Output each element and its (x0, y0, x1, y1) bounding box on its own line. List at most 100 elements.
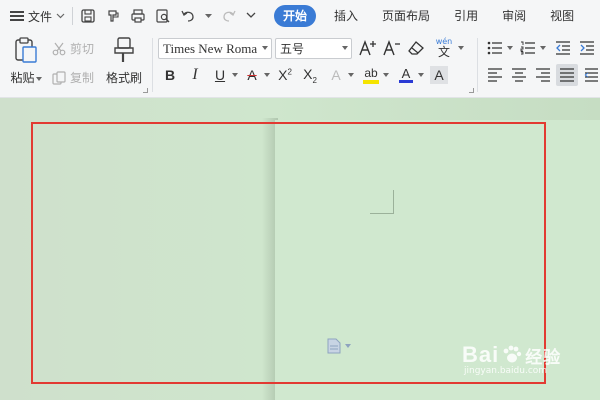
increase-font-size-button[interactable] (357, 37, 379, 59)
decrease-indent-button[interactable] (552, 37, 574, 59)
chevron-down-icon (35, 76, 42, 81)
chevron-down-icon[interactable] (418, 73, 424, 77)
superscript-button[interactable]: X2 (274, 64, 296, 86)
highlight-color-swatch (363, 79, 379, 84)
justify-icon (560, 68, 574, 82)
bold-button[interactable]: B (159, 64, 181, 86)
subscript-icon: X2 (303, 65, 317, 85)
distributed-icon (584, 68, 598, 82)
font-name-value: Times New Roma (163, 40, 258, 56)
bullets-button[interactable] (484, 37, 506, 59)
underline-button[interactable]: U (209, 64, 231, 86)
clipboard-dialog-launcher[interactable] (143, 88, 148, 93)
copy-icon (52, 70, 66, 85)
ribbon-separator (152, 38, 153, 92)
paste-button[interactable]: 粘贴 (6, 36, 46, 86)
chevron-down-icon[interactable] (205, 13, 213, 19)
chevron-down-icon[interactable] (264, 73, 270, 77)
cut-label: 剪切 (70, 42, 95, 56)
eraser-icon (408, 41, 424, 55)
ribbon-home: 粘贴 剪切 复制 格式刷 Times New Roma 五号 wén 文 B I… (0, 32, 600, 98)
menu-separator (72, 7, 74, 25)
align-left-button[interactable] (484, 64, 506, 86)
tab-review[interactable]: 审阅 (490, 5, 538, 27)
format-painter-label: 格式刷 (105, 71, 142, 85)
distributed-button[interactable] (580, 64, 600, 86)
bold-icon: B (164, 67, 176, 83)
chevron-down-icon[interactable] (507, 46, 513, 50)
text-effect-icon: A (331, 67, 341, 83)
hamburger-icon (10, 11, 24, 21)
chevron-down-icon[interactable] (232, 73, 238, 77)
tab-home[interactable]: 开始 (274, 5, 317, 27)
font-color-swatch (399, 80, 413, 83)
align-right-button[interactable] (532, 64, 554, 86)
chevron-down-icon (342, 46, 348, 50)
menu-bar: 文件 开始 插入 页面布局 引用 审阅 视图 (0, 0, 600, 32)
italic-icon: I (192, 66, 198, 83)
format-painter-small-icon[interactable] (105, 8, 121, 24)
paste-label: 粘贴 (10, 71, 35, 85)
watermark-brand: Bai (462, 342, 500, 367)
italic-button[interactable]: I (184, 64, 206, 86)
file-menu-label: 文件 (28, 9, 53, 24)
font-dialog-launcher[interactable] (469, 88, 474, 93)
wen-icon: 文 (437, 45, 450, 59)
font-color-button[interactable]: A (395, 64, 417, 86)
chevron-down-icon[interactable] (458, 46, 464, 50)
redo-icon[interactable] (221, 8, 237, 24)
copy-button[interactable]: 复制 (52, 69, 94, 86)
decrease-font-icon (383, 40, 400, 56)
format-painter-icon (114, 37, 134, 62)
superscript-icon: X2 (278, 67, 292, 83)
font-size-adjust: wén 文 (357, 37, 464, 59)
clear-formatting-button[interactable] (405, 37, 427, 59)
tab-page-layout[interactable]: 页面布局 (370, 5, 442, 27)
underline-icon: U (214, 67, 226, 83)
strikethrough-button[interactable]: A (241, 64, 263, 86)
chevron-down-icon[interactable] (383, 73, 389, 77)
numbering-button[interactable] (517, 37, 539, 59)
cut-button[interactable]: 剪切 (52, 40, 94, 57)
ribbon-tabs: 开始 插入 页面布局 引用 审阅 视图 (274, 5, 586, 27)
format-painter-button[interactable]: 格式刷 (103, 36, 145, 86)
font-name-select[interactable]: Times New Roma (158, 38, 272, 59)
tab-references[interactable]: 引用 (442, 5, 490, 27)
subscript-button[interactable]: X2 (299, 64, 321, 86)
decrease-font-size-button[interactable] (381, 37, 403, 59)
strikethrough-icon: A (247, 67, 257, 83)
customize-quick-access-icon[interactable] (246, 12, 256, 20)
increase-indent-button[interactable] (576, 37, 598, 59)
highlighter-icon: ab (364, 65, 378, 80)
print-icon[interactable] (130, 8, 146, 24)
highlight-button[interactable]: ab (360, 64, 382, 86)
chevron-down-icon[interactable] (348, 73, 354, 77)
font-style-row: B I U A X2 X2 A ab A A (159, 64, 448, 86)
justify-button[interactable] (556, 64, 578, 86)
alignment-row (484, 64, 600, 86)
character-shading-button[interactable]: A (430, 66, 448, 84)
watermark-url: jingyan.baidu.com (464, 366, 548, 376)
chevron-down-icon (262, 46, 268, 50)
watermark-logo: Bai 经验 (462, 342, 561, 368)
character-shading-icon: A (434, 67, 444, 83)
save-icon[interactable] (80, 8, 96, 24)
paste-icon (15, 37, 37, 63)
font-size-select[interactable]: 五号 (275, 38, 352, 59)
chevron-down-icon[interactable] (540, 46, 546, 50)
quick-access-toolbar (80, 8, 256, 24)
font-size-value: 五号 (280, 42, 305, 56)
text-effect-button[interactable]: A (325, 64, 347, 86)
align-center-button[interactable] (508, 64, 530, 86)
print-preview-icon[interactable] (155, 8, 171, 24)
phonetic-guide-button[interactable]: wén 文 (431, 37, 457, 59)
bullet-list-icon (487, 41, 502, 55)
scissors-icon (52, 42, 66, 55)
file-menu-button[interactable]: 文件 (10, 8, 65, 25)
font-color-icon: A (401, 66, 411, 81)
tab-view[interactable]: 视图 (538, 5, 586, 27)
copy-label: 复制 (70, 71, 95, 85)
indent-icon (580, 41, 594, 55)
undo-icon[interactable] (180, 8, 196, 24)
tab-insert[interactable]: 插入 (322, 5, 370, 27)
